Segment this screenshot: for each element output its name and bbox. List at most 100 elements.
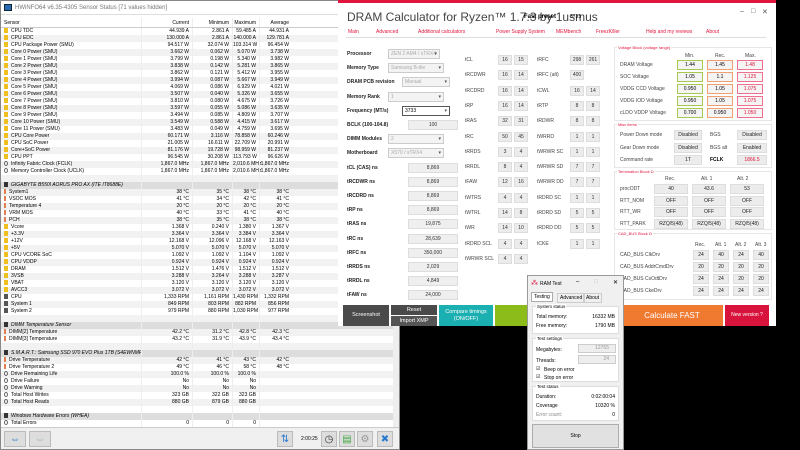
voltage-value[interactable]: 1.45 — [707, 60, 733, 70]
timing-value[interactable]: 1 — [570, 192, 584, 203]
timing-value[interactable]: 4 — [514, 162, 528, 173]
clock-icon[interactable]: ◷ — [321, 431, 337, 447]
field-input[interactable]: 2,029 — [408, 262, 458, 272]
threads-input[interactable]: 24 — [578, 355, 616, 364]
voltage-value[interactable]: 0.950 — [677, 84, 703, 94]
timing-value[interactable]: 5 — [570, 208, 584, 218]
timing-value[interactable]: 8 — [570, 116, 584, 127]
cad-value[interactable]: 24 — [693, 274, 709, 284]
timing-value[interactable]: 31 — [514, 116, 528, 127]
timing-value[interactable]: 4 — [514, 192, 528, 203]
timing-value[interactable]: 1 — [586, 238, 600, 249]
minimize-icon[interactable]: – — [576, 279, 579, 285]
field-select[interactable]: Samsung B-die — [388, 63, 444, 74]
cad-value[interactable]: 24 — [733, 250, 749, 260]
cad-value[interactable]: 20 — [733, 262, 749, 272]
sensor-row[interactable]: Drive Temperature 42 °C 41 °C 43 °C 42 °C — [1, 357, 399, 364]
timing-value[interactable]: 1 — [586, 146, 600, 157]
sensor-row[interactable]: Total Host Writes 323 GB 322 GB 323 GB — [1, 392, 399, 399]
sensor-row[interactable]: DIMM[2] Temperature 42.2 °C 31.2 °C 42.8 °C… — [1, 329, 399, 336]
timing-value[interactable]: 14 — [514, 85, 528, 96]
sensor-row[interactable]: Total Errors 0 0 0 — [1, 420, 399, 427]
collapse-arrows-icon[interactable]: ⇔ — [29, 431, 51, 447]
misc-value[interactable]: Disabled — [737, 130, 767, 140]
field-input[interactable]: 8,869 — [408, 162, 458, 173]
timing-value[interactable]: 16 — [498, 55, 512, 65]
timing-value[interactable]: 14 — [514, 70, 528, 81]
timing-value[interactable]: 16 — [498, 100, 512, 111]
voltage-value[interactable]: 1.05 — [677, 72, 703, 82]
timing-value[interactable]: 16 — [514, 177, 528, 188]
network-icon[interactable]: ⇅ — [277, 431, 293, 447]
col-minimum[interactable]: Minimum — [192, 18, 232, 27]
sensor-group-header[interactable]: S.M.A.R.T.: Samsung SSD 970 EVO Plus 1TB… — [1, 350, 399, 357]
beep-checkbox[interactable]: ☑ — [536, 366, 540, 372]
maximize-icon[interactable]: □ — [594, 279, 598, 285]
expand-arrows-icon[interactable]: ⇔ — [4, 431, 26, 447]
termination-value[interactable]: OFF — [730, 207, 764, 217]
termination-value[interactable]: 43.6 — [692, 184, 726, 194]
close-icon[interactable]: ✕ — [762, 8, 768, 16]
cad-value[interactable]: 24 — [713, 286, 729, 296]
cad-value[interactable]: 20 — [713, 262, 729, 272]
cad-value[interactable]: 24 — [733, 286, 749, 296]
sensor-row[interactable]: Total Host Reads 880 GB 879 GB 880 GB — [1, 399, 399, 406]
voltage-value[interactable]: 1.44 — [677, 60, 703, 70]
timing-value[interactable]: 7 — [570, 177, 584, 188]
timing-value[interactable]: 5 — [586, 208, 600, 218]
timing-value[interactable]: 14 — [498, 208, 512, 218]
timing-value[interactable]: 14 — [586, 85, 600, 96]
compare-timings-button[interactable]: Compare timings (ON/OFF) — [439, 305, 493, 326]
tab-help-and-my-reviews[interactable]: Help and my reviews — [646, 29, 692, 35]
voltage-value[interactable]: 1.075 — [737, 84, 763, 94]
tab-main[interactable]: Main — [348, 29, 359, 35]
field-input[interactable]: 100 — [408, 120, 458, 130]
sensor-row[interactable]: Drive Temperature 2 49 °C 46 °C 58 °C 48 °C — [1, 364, 399, 371]
timing-value[interactable]: 12 — [498, 177, 512, 188]
log-file-icon[interactable]: ▤ — [339, 431, 355, 447]
timing-value[interactable]: 3 — [498, 146, 512, 157]
timing-value[interactable]: 4 — [498, 238, 512, 249]
field-select[interactable]: 1 — [388, 91, 444, 102]
field-select[interactable]: 2 — [388, 134, 444, 145]
cad-value[interactable]: 24 — [713, 274, 729, 284]
timing-value[interactable]: 7 — [586, 162, 600, 173]
timing-value[interactable]: 14 — [514, 100, 528, 111]
sensor-row[interactable]: Drive Remaining Life 100.0 % 100.0 % 100.0 … — [1, 371, 399, 378]
timing-value[interactable]: 4 — [514, 238, 528, 249]
field-select[interactable]: 3733 — [402, 105, 450, 116]
field-input[interactable]: 8,869 — [408, 176, 458, 187]
field-input[interactable]: 8,869 — [408, 191, 458, 201]
cad-value[interactable]: 40 — [713, 250, 729, 260]
col-sensor[interactable]: Sensor — [1, 18, 141, 27]
tab-additional-calculators[interactable]: Additional calculators — [418, 29, 465, 35]
field-input[interactable]: 24,000 — [408, 290, 458, 301]
termination-value[interactable]: RZQ/5(48) — [730, 218, 764, 229]
termination-value[interactable]: OFF — [730, 195, 764, 206]
field-input[interactable]: 28,639 — [408, 233, 458, 244]
tab-freezkiller[interactable]: FreezKiller — [596, 29, 620, 35]
tab-about[interactable]: About — [583, 293, 603, 303]
timing-value[interactable]: 298 — [570, 55, 584, 65]
timing-value[interactable]: 1 — [570, 238, 584, 249]
tab-power-supply-system[interactable]: Power Supply System — [496, 29, 545, 35]
cad-value[interactable]: 20 — [693, 262, 709, 272]
new-version-button[interactable]: New version ? — [725, 305, 769, 326]
screenshot-button[interactable]: Screenshot — [343, 305, 389, 326]
timing-value[interactable]: 50 — [498, 131, 512, 142]
voltage-value[interactable]: 1.05 — [707, 96, 733, 106]
misc-value[interactable]: Enabled — [737, 142, 767, 153]
timing-value[interactable]: 1 — [570, 146, 584, 157]
cad-value[interactable]: 24 — [693, 250, 709, 260]
timing-value[interactable]: 1 — [570, 131, 584, 142]
timing-value[interactable]: 8 — [514, 208, 528, 218]
stop-on-error-checkbox[interactable]: ☑ — [536, 374, 540, 380]
termination-value[interactable]: RZQ/5(48) — [654, 218, 688, 229]
voltage-value[interactable]: 1.05 — [707, 84, 733, 94]
tab-advanced[interactable]: Advanced — [557, 293, 586, 303]
timing-value[interactable]: 8 — [570, 100, 584, 111]
cad-value[interactable]: 40 — [753, 250, 769, 260]
timing-value[interactable]: 4 — [514, 146, 528, 157]
field-input[interactable]: 19,875 — [408, 219, 458, 230]
close-icon[interactable]: ✕ — [613, 279, 618, 286]
